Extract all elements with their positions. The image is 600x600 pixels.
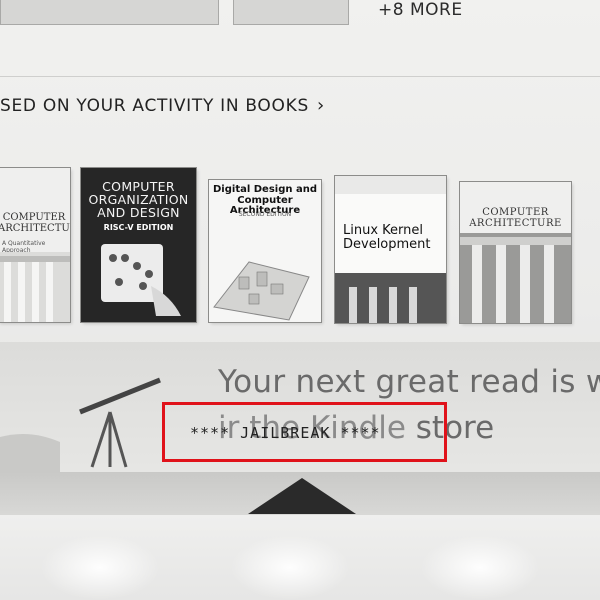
book-title: COMPUTER ORGANIZATION AND DESIGN xyxy=(88,179,189,221)
section-heading[interactable]: SED ON YOUR ACTIVITY IN BOOKS › xyxy=(0,95,325,116)
book-cover-1[interactable]: COMPUTER ARCHITECTURE A Quantitative App… xyxy=(0,168,70,322)
top-book-tile-2[interactable] xyxy=(233,0,349,25)
promo-headline: Your next great read is wa xyxy=(218,364,600,400)
abacus-illustration xyxy=(101,244,181,316)
book-title: COMPUTER ARCHITECTURE xyxy=(0,212,70,234)
book-cover-3[interactable]: Digital Design and Computer Architecture… xyxy=(209,180,321,322)
book-title: Linux Kernel Development xyxy=(343,223,431,252)
light-reflection xyxy=(420,535,540,600)
book-cover-4[interactable]: Linux Kernel Development xyxy=(335,176,446,323)
book-cover-5[interactable]: COMPUTER ARCHITECTURE xyxy=(460,182,571,323)
section-divider xyxy=(0,76,600,77)
kindle-screen: +8 MORE SED ON YOUR ACTIVITY IN BOOKS › C… xyxy=(0,0,600,515)
light-reflection xyxy=(40,535,160,600)
columns-illustration xyxy=(0,252,70,322)
more-link[interactable]: +8 MORE xyxy=(378,0,463,20)
top-book-tile-1[interactable] xyxy=(0,0,219,25)
columns-illustration xyxy=(460,233,571,323)
chevron-right-icon: › xyxy=(316,95,325,116)
cover-band xyxy=(335,176,446,194)
book-title: COMPUTER ARCHITECTURE xyxy=(469,207,562,229)
highlight-box xyxy=(162,402,447,462)
book-edition: SECOND EDITION xyxy=(238,211,292,218)
light-reflection xyxy=(230,535,350,600)
building-illustration xyxy=(335,273,446,323)
section-title-text: SED ON YOUR ACTIVITY IN BOOKS xyxy=(0,96,309,116)
book-cover-2[interactable]: COMPUTER ORGANIZATION AND DESIGN RISC-V … xyxy=(81,168,196,322)
circuit-city-illustration xyxy=(213,261,310,321)
collapse-arrow-icon[interactable] xyxy=(248,478,356,514)
book-edition: RISC-V EDITION xyxy=(103,223,174,232)
